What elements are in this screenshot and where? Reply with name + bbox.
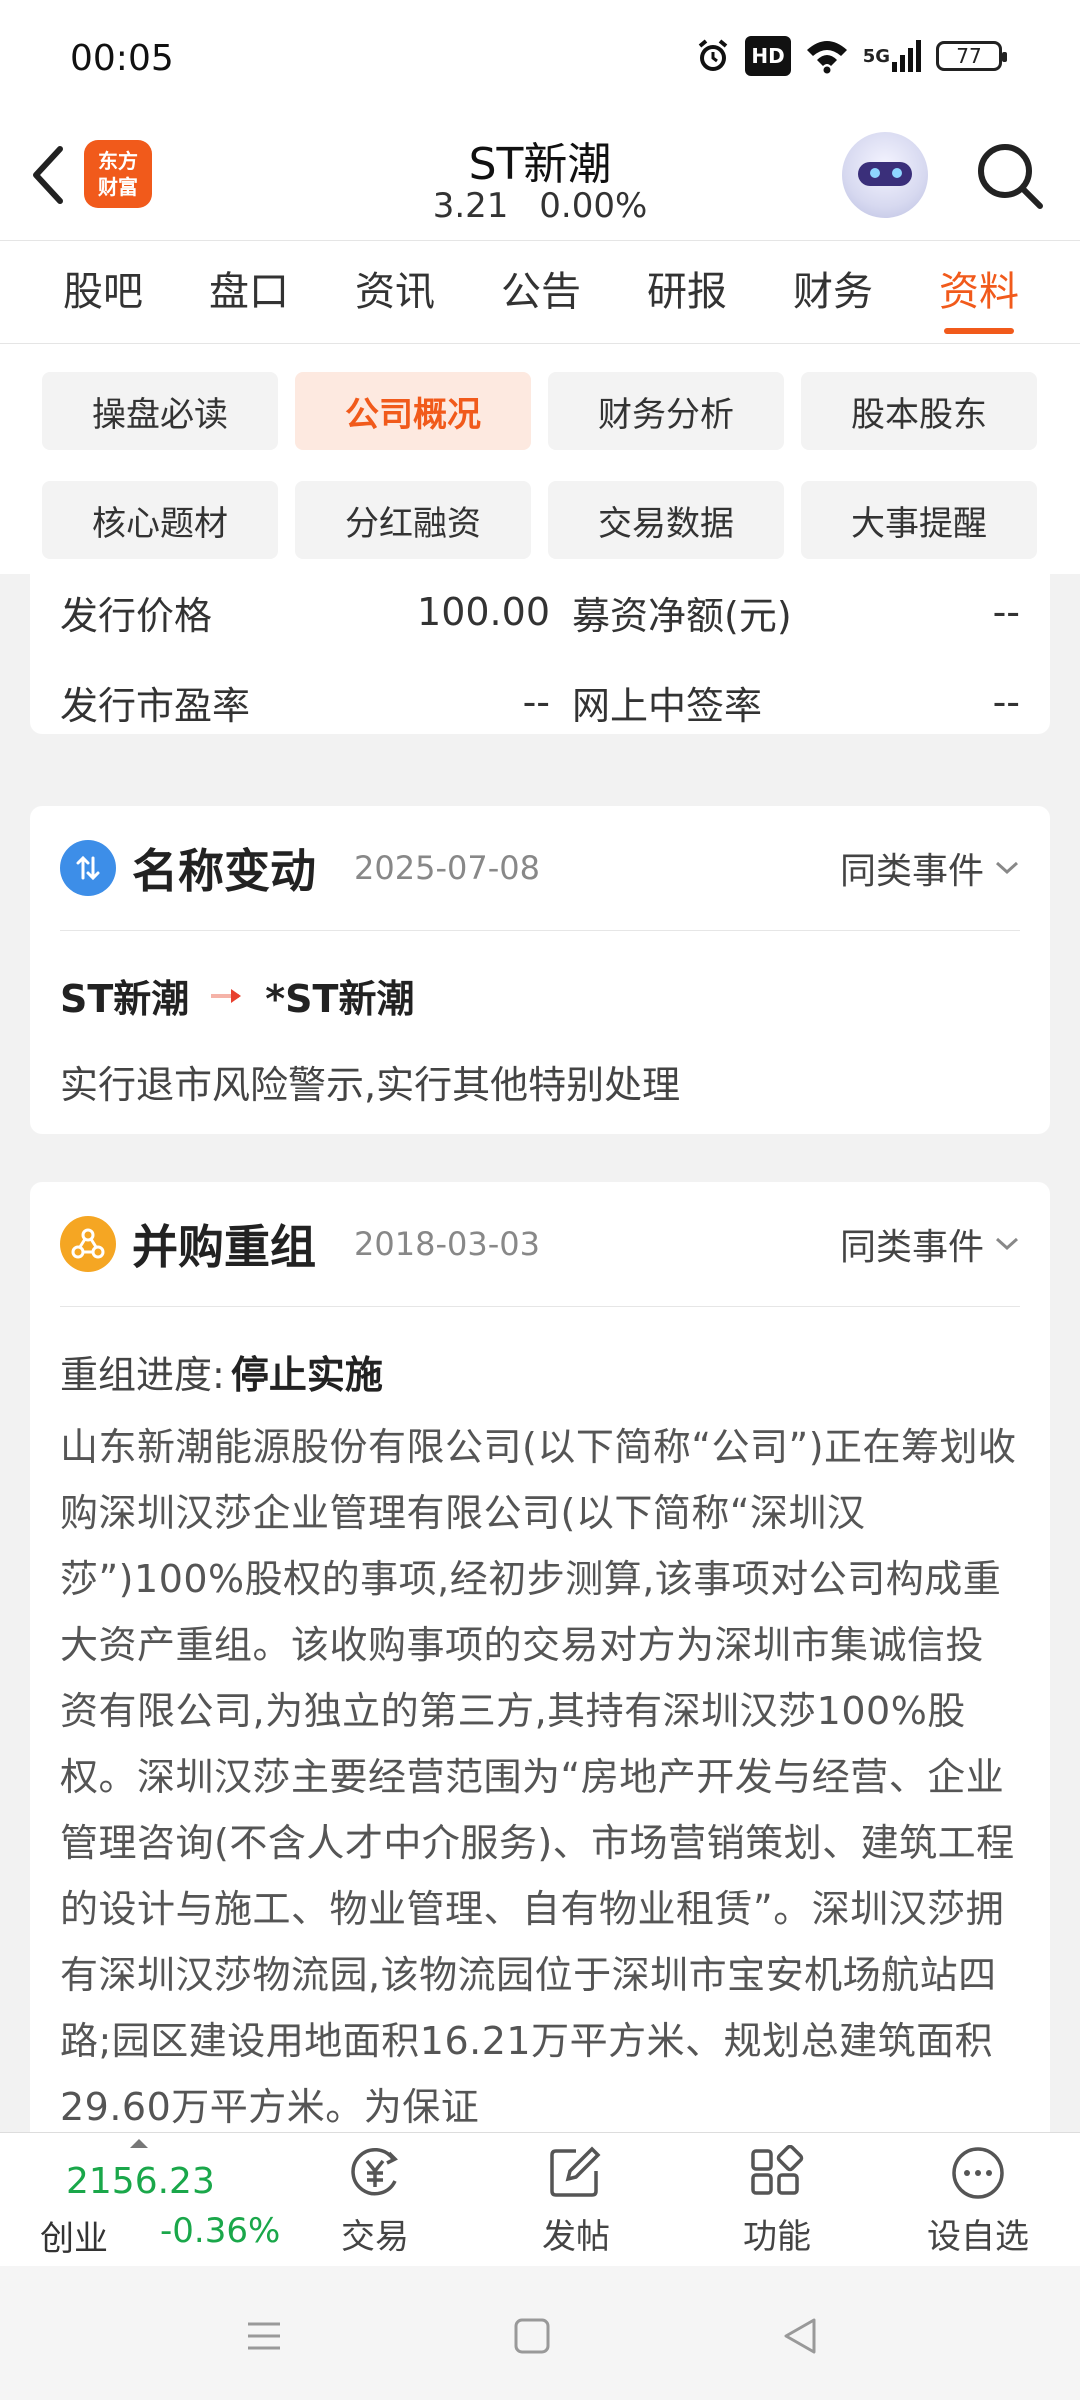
progress-label: 重组进度: <box>60 1353 225 1397</box>
edit-icon <box>550 2146 601 2197</box>
wifi-icon <box>805 36 849 76</box>
progress-value: 停止实施 <box>230 1353 383 1397</box>
merger-event-card: 并购重组 2018-03-03 同类事件 重组进度: 停止实施 山东新潮能源股份有… <box>30 1182 1050 2132</box>
rename-names: ST新潮 *ST新潮 <box>60 968 414 1023</box>
back-triangle-icon <box>784 2318 816 2354</box>
bottom-toolbar: 2156.23 创业 -0.36% 交易 发帖 功能 设自选 <box>0 2132 1080 2266</box>
index-change: -0.36% <box>160 2211 281 2251</box>
post-label: 发帖 <box>542 2217 610 2257</box>
alarm-icon <box>695 36 731 76</box>
yuan-trade-icon <box>351 2148 398 2196</box>
divider <box>60 930 1020 931</box>
rename-card-date: 2025-07-08 <box>354 849 540 887</box>
hd-badge: HD <box>745 36 791 76</box>
chip-financial-analysis[interactable]: 财务分析 <box>548 372 784 450</box>
chip-shareholders[interactable]: 股本股东 <box>801 372 1037 450</box>
tab-pankou[interactable]: 盘口 <box>176 240 322 344</box>
lottery-rate-label: 网上中签率 <box>572 683 763 728</box>
sub-category-chips: 操盘必读 公司概况 财务分析 股本股东 核心题材 分红融资 交易数据 大事提醒 <box>0 344 1080 574</box>
merger-description: 山东新潮能源股份有限公司(以下简称“公司”)正在筹划收购深圳汉莎企业管理有限公司… <box>60 1425 1017 2129</box>
tab-profile[interactable]: 资料 <box>906 240 1052 344</box>
back-nav-button[interactable] <box>770 2306 830 2366</box>
issue-pe-label: 发行市盈率 <box>60 683 251 728</box>
old-name: ST新潮 <box>60 977 190 1021</box>
chevron-down-icon <box>995 1237 1019 1251</box>
search-icon <box>978 144 1043 209</box>
org-chart-icon <box>60 1216 116 1272</box>
stock-change-pct: 0.00% <box>539 186 648 226</box>
chip-trading-data[interactable]: 交易数据 <box>548 481 784 559</box>
new-name: *ST新潮 <box>265 977 415 1021</box>
net-proceeds-label: 募资净额(元) <box>572 593 792 638</box>
merger-card-title: 并购重组 <box>132 1220 316 1274</box>
trade-button[interactable]: 交易 <box>295 2133 455 2267</box>
rename-similar-events-button[interactable]: 同类事件 <box>840 842 1020 894</box>
post-button[interactable]: 发帖 <box>496 2133 656 2267</box>
tab-finance[interactable]: 财务 <box>760 240 906 344</box>
merger-progress: 重组进度: 停止实施 <box>60 1344 383 1399</box>
merger-card-date: 2018-03-03 <box>354 1225 540 1263</box>
chip-company-overview[interactable]: 公司概况 <box>295 372 531 450</box>
watchlist-label: 设自选 <box>927 2217 1029 2257</box>
index-ticker[interactable]: 2156.23 创业 -0.36% <box>0 2133 300 2267</box>
merger-card-header: 并购重组 2018-03-03 同类事件 <box>60 1210 1020 1278</box>
tab-news[interactable]: 资讯 <box>322 240 468 344</box>
battery-level: 77 <box>956 44 982 68</box>
status-icons: HD 5G 77 <box>695 36 1007 76</box>
grid-icon <box>751 2145 804 2195</box>
status-bar: 00:05 HD 5G 77 <box>0 0 1080 110</box>
tab-research[interactable]: 研报 <box>614 240 760 344</box>
issue-price-value: 100.00 <box>417 590 550 634</box>
network-type: 5G <box>862 45 890 67</box>
home-nav-button[interactable] <box>502 2306 562 2366</box>
trade-label: 交易 <box>341 2217 409 2257</box>
signal-icon: 5G <box>863 36 922 76</box>
stock-header: 东方 财富 ST新潮 3.21 0.00% <box>0 110 1080 240</box>
swap-icon <box>60 840 116 896</box>
chip-event-reminders[interactable]: 大事提醒 <box>801 481 1037 559</box>
functions-label: 功能 <box>743 2217 811 2257</box>
similar-events-label: 同类事件 <box>839 1227 984 1268</box>
more-icon <box>952 2147 1004 2199</box>
ipo-info-card: 发行价格 100.00 募资净额(元) -- 发行市盈率 -- 网上中签率 -- <box>30 574 1050 734</box>
index-name: 创业 <box>40 2219 108 2259</box>
merger-similar-events-button[interactable]: 同类事件 <box>840 1218 1020 1270</box>
chip-trading-guide[interactable]: 操盘必读 <box>42 372 278 450</box>
arrow-right-icon <box>211 988 242 1003</box>
tab-guba[interactable]: 股吧 <box>30 240 176 344</box>
chip-core-themes[interactable]: 核心题材 <box>42 481 278 559</box>
content-scroll[interactable]: 发行价格 100.00 募资净额(元) -- 发行市盈率 -- 网上中签率 --… <box>0 574 1080 2132</box>
index-value: 2156.23 <box>66 2161 215 2202</box>
functions-button[interactable]: 功能 <box>697 2133 857 2267</box>
issue-price-label: 发行价格 <box>60 593 213 638</box>
system-nav-bar <box>0 2266 1080 2400</box>
search-button[interactable] <box>972 138 1048 214</box>
rename-card-header: 名称变动 2025-07-08 同类事件 <box>60 834 1020 902</box>
menu-icon <box>248 2322 280 2350</box>
rename-description: 实行退市风险警示,实行其他特别处理 <box>60 1063 681 1107</box>
ipo-row: 发行价格 100.00 募资净额(元) -- <box>60 582 1020 642</box>
caret-up-icon <box>130 2139 148 2148</box>
tab-announcements[interactable]: 公告 <box>468 240 614 344</box>
similar-events-label: 同类事件 <box>839 851 984 892</box>
rename-event-card: 名称变动 2025-07-08 同类事件 ST新潮 *ST新潮 实行退市风险警示… <box>30 806 1050 1134</box>
divider <box>60 1306 1020 1307</box>
chip-dividends[interactable]: 分红融资 <box>295 481 531 559</box>
net-proceeds-value: -- <box>992 590 1020 634</box>
stock-price: 3.21 <box>432 186 509 226</box>
home-square-icon <box>514 2318 550 2354</box>
add-watchlist-button[interactable]: 设自选 <box>898 2133 1058 2267</box>
menu-nav-button[interactable] <box>234 2306 294 2366</box>
ipo-row: 发行市盈率 -- 网上中签率 -- <box>60 672 1020 732</box>
rename-card-title: 名称变动 <box>132 844 316 898</box>
issue-pe-value: -- <box>522 680 550 724</box>
main-tabs: 股吧 盘口 资讯 公告 研报 财务 资料 <box>0 240 1080 344</box>
assistant-robot-icon[interactable] <box>842 132 928 218</box>
battery-icon: 77 <box>936 41 1007 71</box>
lottery-rate-value: -- <box>992 680 1020 724</box>
status-time: 00:05 <box>70 38 174 79</box>
chevron-down-icon <box>995 861 1019 875</box>
